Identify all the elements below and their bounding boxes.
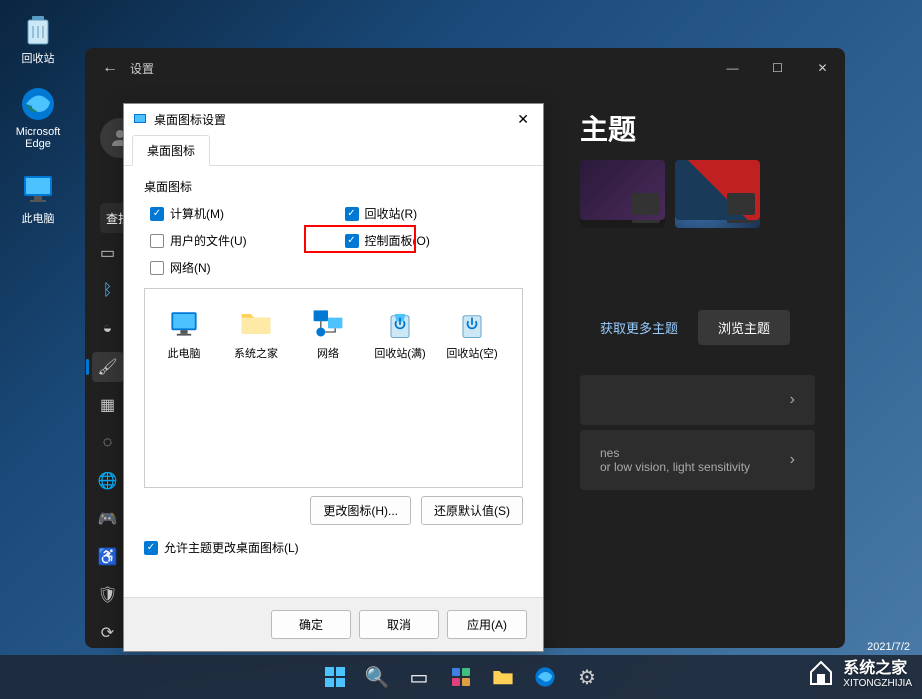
chevron-right-icon: › <box>790 391 795 409</box>
widgets-icon[interactable] <box>442 658 480 696</box>
dialog-tabs: 桌面图标 <box>124 134 543 166</box>
sidebar-privacy-icon[interactable]: 🛡 <box>92 580 124 610</box>
watermark-brand: 系统之家 <box>843 660 907 677</box>
highlight-box <box>304 225 416 253</box>
preview-label: 回收站(空) <box>446 345 497 361</box>
monitor-icon <box>166 305 202 341</box>
get-more-themes-link[interactable]: 获取更多主题 <box>600 318 678 337</box>
cancel-button[interactable]: 取消 <box>359 610 439 639</box>
checkbox-icon: ✓ <box>345 207 359 221</box>
close-button[interactable]: ✕ <box>800 48 845 88</box>
preview-label: 系统之家 <box>234 345 278 361</box>
task-view-icon[interactable]: ▭ <box>400 658 438 696</box>
sidebar-apps-icon[interactable]: ▦ <box>92 390 124 420</box>
explorer-taskbar-icon[interactable] <box>484 658 522 696</box>
recycle-full-icon <box>382 305 418 341</box>
sidebar-time-icon[interactable]: 🌐 <box>92 466 124 496</box>
settings-titlebar: ← 设置 — ☐ ✕ <box>85 48 845 88</box>
recycle-bin-icon <box>18 8 58 48</box>
checkbox-user-files[interactable]: 用户的文件(U) <box>150 232 329 249</box>
sidebar-accounts-icon[interactable]: ◌ <box>92 428 124 458</box>
sidebar-system-icon[interactable]: ▭ <box>92 238 124 268</box>
card-description: or low vision, light sensitivity <box>600 460 750 474</box>
watermark-url: XITONGZHIJIA <box>843 678 912 689</box>
sidebar-bluetooth-icon[interactable]: ᛒ <box>92 276 124 306</box>
preview-label: 网络 <box>317 345 339 361</box>
sidebar-network-icon[interactable]: ◒ <box>92 314 124 344</box>
watermark-date: 2021/7/2 <box>867 641 910 653</box>
dialog-title: 桌面图标设置 <box>154 111 226 128</box>
sidebar-gaming-icon[interactable]: 🎮 <box>92 504 124 534</box>
browse-themes-button[interactable]: 浏览主题 <box>698 310 790 345</box>
sidebar-update-icon[interactable]: ⟳ <box>92 618 124 648</box>
preview-this-pc[interactable]: 此电脑 <box>153 305 215 361</box>
dialog-content: 桌面图标 ✓ 计算机(M) ✓ 回收站(R) 用户的文件(U) ✓ 控制面板(O… <box>124 166 543 597</box>
card-subtitle: nes <box>600 446 750 460</box>
checkbox-allow-themes[interactable]: ✓ 允许主题更改桌面图标(L) <box>144 539 523 556</box>
checkbox-label: 网络(N) <box>170 259 211 276</box>
preview-recycle-full[interactable]: 回收站(满) <box>369 305 431 361</box>
monitor-icon <box>18 168 58 208</box>
desktop-icon-settings-dialog: 桌面图标设置 ✕ 桌面图标 桌面图标 ✓ 计算机(M) ✓ 回收站(R) 用户的… <box>123 103 544 652</box>
settings-title: 设置 <box>130 60 154 77</box>
minimize-button[interactable]: — <box>710 48 755 88</box>
ok-button[interactable]: 确定 <box>271 610 351 639</box>
checkbox-icon <box>150 234 164 248</box>
desktop-this-pc[interactable]: 此电脑 <box>8 168 68 226</box>
theme-thumb[interactable] <box>675 160 760 220</box>
checkbox-label: 回收站(R) <box>365 205 418 222</box>
back-button[interactable]: ← <box>95 59 125 77</box>
preview-label: 此电脑 <box>168 345 201 361</box>
checkbox-computer[interactable]: ✓ 计算机(M) <box>150 205 329 222</box>
checkbox-icon: ✓ <box>150 207 164 221</box>
preview-network[interactable]: 网络 <box>297 305 359 361</box>
sidebar-accessibility-icon[interactable]: ♿ <box>92 542 124 572</box>
settings-card[interactable]: nes or low vision, light sensitivity › <box>580 430 815 490</box>
dialog-close-button[interactable]: ✕ <box>511 109 535 130</box>
desktop-recycle-bin[interactable]: 回收站 <box>8 8 68 66</box>
checkbox-icon <box>150 261 164 275</box>
settings-card[interactable]: › <box>580 375 815 425</box>
checkbox-label: 允许主题更改桌面图标(L) <box>164 539 299 556</box>
folder-icon <box>238 305 274 341</box>
dialog-footer: 确定 取消 应用(A) <box>124 597 543 651</box>
checkbox-icon: ✓ <box>144 541 158 555</box>
checkbox-label: 用户的文件(U) <box>170 232 247 249</box>
restore-default-button[interactable]: 还原默认值(S) <box>421 496 523 525</box>
desktop-icon-label: 回收站 <box>22 50 55 66</box>
desktop-icon-label: Microsoft Edge <box>16 126 61 150</box>
watermark: 系统之家 XITONGZHIJIA <box>805 654 912 689</box>
icon-preview-panel: 此电脑 系统之家 网络 回收站(满) <box>144 288 523 488</box>
settings-taskbar-icon[interactable]: ⚙ <box>568 658 606 696</box>
page-title: 主题 <box>580 108 815 148</box>
maximize-button[interactable]: ☐ <box>755 48 800 88</box>
watermark-logo-icon <box>805 656 837 688</box>
edge-icon <box>18 84 58 124</box>
taskbar: 🔍 ▭ ⚙ <box>0 655 922 699</box>
theme-thumb[interactable] <box>580 160 665 220</box>
chevron-right-icon: › <box>790 451 795 469</box>
start-button[interactable] <box>316 658 354 696</box>
desktop-edge[interactable]: Microsoft Edge <box>8 84 68 150</box>
recycle-empty-icon <box>454 305 490 341</box>
desktop-icon-label: 此电脑 <box>22 210 55 226</box>
edge-taskbar-icon[interactable] <box>526 658 564 696</box>
checkbox-label: 计算机(M) <box>170 205 224 222</box>
preview-system-home[interactable]: 系统之家 <box>225 305 287 361</box>
fieldset-legend: 桌面图标 <box>144 178 523 195</box>
sidebar-personalization-icon[interactable]: 🖌 <box>92 352 124 382</box>
preview-recycle-empty[interactable]: 回收站(空) <box>441 305 503 361</box>
change-icon-button[interactable]: 更改图标(H)... <box>310 496 411 525</box>
checkbox-recycle-bin[interactable]: ✓ 回收站(R) <box>345 205 524 222</box>
dialog-titlebar: 桌面图标设置 ✕ <box>124 104 543 134</box>
apply-button[interactable]: 应用(A) <box>447 610 527 639</box>
network-icon <box>310 305 346 341</box>
preview-label: 回收站(满) <box>374 345 425 361</box>
search-taskbar-icon[interactable]: 🔍 <box>358 658 396 696</box>
checkbox-network[interactable]: 网络(N) <box>150 259 329 276</box>
dialog-icon <box>132 111 148 127</box>
tab-desktop-icons[interactable]: 桌面图标 <box>132 135 210 166</box>
